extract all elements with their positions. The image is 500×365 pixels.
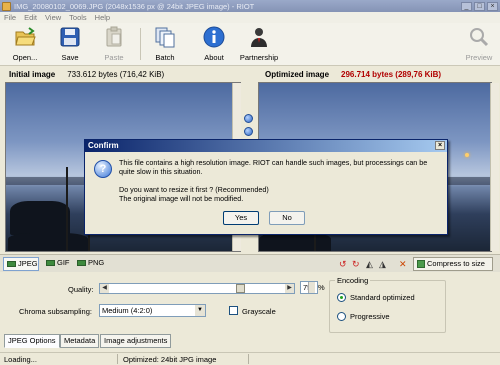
toolbar: Open... Save Paste Batch About Partnersh…	[0, 23, 500, 66]
jpeg-options-panel: Quality: ◀ ▶ 75 % Chroma subsampling: Me…	[4, 273, 496, 333]
initial-image-header: Initial image 733.612 bytes (716,42 KiB)	[9, 67, 164, 81]
open-button[interactable]: Open...	[10, 26, 40, 64]
menu-help[interactable]: Help	[95, 13, 110, 22]
initial-image-label: Initial image	[9, 69, 56, 79]
app-icon	[2, 1, 11, 11]
jpeg-icon	[7, 261, 16, 267]
partnership-button[interactable]: Partnership	[238, 26, 280, 64]
quality-spinner[interactable]	[308, 282, 315, 293]
format-tab-bar: JPEG GIF PNG ↺ ↻ ◭ ◮ ✕ Compress to size	[0, 254, 500, 272]
no-button[interactable]: No	[269, 211, 305, 225]
window-title: IMG_20080102_0069.JPG (2048x1536 px @ 24…	[14, 1, 255, 11]
about-button[interactable]: About	[201, 26, 227, 64]
flip-horizontal-icon[interactable]: ◭	[366, 260, 373, 269]
status-left: Loading...	[4, 355, 37, 364]
zoom-in-icon[interactable]	[244, 114, 253, 123]
progressive-radio[interactable]	[337, 312, 346, 321]
slider-right-arrow-icon[interactable]: ▶	[285, 284, 294, 293]
menu-edit[interactable]: Edit	[24, 13, 37, 22]
initial-image-size: 733.612 bytes (716,42 KiB)	[67, 69, 165, 79]
progressive-label: Progressive	[350, 312, 390, 321]
menu-tools[interactable]: Tools	[69, 13, 87, 22]
standard-optimized-label: Standard optimized	[350, 293, 415, 302]
minimize-button[interactable]: _	[461, 1, 472, 11]
tab-png[interactable]: PNG	[74, 257, 104, 271]
encoding-group: Encoding Standard optimized Progressive	[329, 276, 446, 333]
menu-bar: File Edit View Tools Help	[0, 12, 500, 23]
quality-slider-thumb[interactable]	[236, 284, 245, 293]
person-icon	[251, 28, 267, 47]
maximize-button[interactable]: □	[474, 1, 485, 11]
dialog-titlebar: Confirm ×	[85, 140, 447, 152]
dialog-line-3: The original image will not be modified.	[119, 194, 244, 203]
dialog-title: Confirm	[88, 141, 119, 150]
info-icon	[203, 26, 225, 48]
compress-icon	[417, 260, 425, 268]
tab-metadata[interactable]: Metadata	[60, 334, 100, 348]
rotate-left-icon[interactable]: ↺	[339, 260, 347, 269]
grayscale-checkbox[interactable]	[229, 306, 238, 315]
quality-unit: %	[318, 283, 325, 292]
slider-left-arrow-icon[interactable]: ◀	[100, 284, 109, 293]
status-divider	[248, 354, 249, 364]
grayscale-label: Grayscale	[242, 307, 276, 316]
magnifier-icon	[470, 28, 489, 47]
save-button[interactable]: Save	[58, 26, 82, 64]
chevron-down-icon[interactable]: ▼	[195, 305, 205, 316]
flip-vertical-icon[interactable]: ◮	[379, 260, 386, 269]
tab-jpeg[interactable]: JPEG	[3, 257, 39, 271]
batch-files-icon	[155, 27, 175, 48]
floppy-disk-icon	[60, 27, 80, 47]
dialog-close-button[interactable]: ×	[435, 141, 445, 150]
tab-gif[interactable]: GIF	[43, 257, 71, 271]
tab-image-adjustments[interactable]: Image adjustments	[100, 334, 172, 348]
status-right: Optimized: 24bit JPG image	[123, 355, 217, 364]
standard-optimized-radio[interactable]	[337, 293, 346, 302]
dialog-line-1: This file contains a high resolution ima…	[119, 158, 428, 176]
optimized-image-scrollbar[interactable]	[490, 83, 499, 251]
tab-jpeg-options[interactable]: JPEG Options	[4, 334, 60, 348]
png-icon	[77, 260, 86, 266]
close-window-button[interactable]: ×	[487, 1, 498, 11]
optimized-image-label: Optimized image	[265, 69, 330, 79]
menu-view[interactable]: View	[45, 13, 61, 22]
optimized-image-header: Optimized image 296.714 bytes (289,76 Ki…	[265, 67, 441, 81]
paste-button[interactable]: Paste	[101, 26, 127, 64]
quality-label: Quality:	[68, 285, 94, 294]
toolbar-separator	[140, 28, 141, 60]
crop-icon[interactable]: ✕	[399, 260, 407, 269]
dialog-message: This file contains a high resolution ima…	[119, 158, 439, 203]
status-bar: Loading... Optimized: 24bit JPG image	[0, 352, 500, 365]
dialog-line-2: Do you want to resize it first ? (Recomm…	[119, 185, 269, 194]
menu-file[interactable]: File	[4, 13, 16, 22]
rotate-right-icon[interactable]: ↻	[352, 260, 360, 269]
optimized-image-size: 296.714 bytes (289,76 KiB)	[341, 69, 442, 79]
preview-button[interactable]: Preview	[463, 26, 495, 64]
gif-icon	[46, 260, 55, 266]
title-bar: IMG_20080102_0069.JPG (2048x1536 px @ 24…	[0, 0, 500, 12]
chroma-label: Chroma subsampling:	[19, 307, 92, 316]
question-icon: ?	[94, 160, 112, 178]
quality-slider[interactable]: ◀ ▶	[99, 283, 295, 294]
encoding-title: Encoding	[335, 276, 371, 285]
batch-button[interactable]: Batch	[151, 26, 179, 64]
clipboard-icon	[106, 26, 122, 47]
compress-to-size-button[interactable]: Compress to size	[413, 257, 493, 271]
folder-open-icon	[15, 27, 36, 46]
confirm-dialog: Confirm × ? This file contains a high re…	[84, 139, 448, 235]
status-divider	[117, 354, 118, 364]
zoom-out-icon[interactable]	[244, 127, 253, 136]
yes-button[interactable]: Yes	[223, 211, 259, 225]
chroma-subsampling-select[interactable]: Medium (4:2:0) ▼	[99, 304, 206, 317]
